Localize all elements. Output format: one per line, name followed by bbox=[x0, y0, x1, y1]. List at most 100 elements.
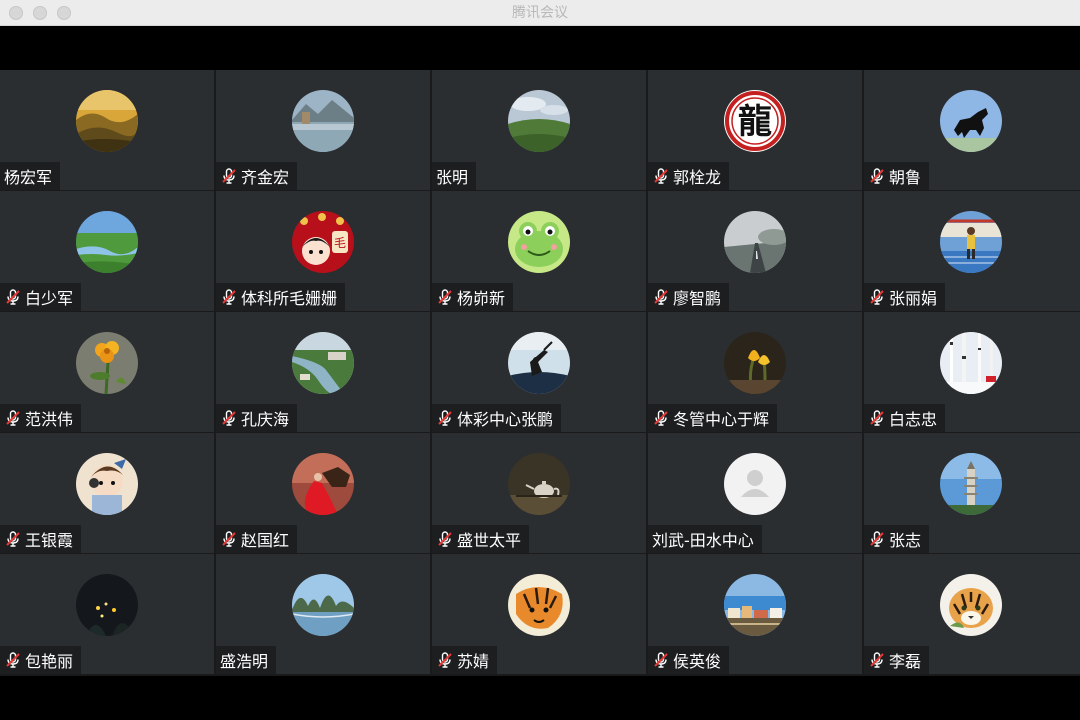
participant-name: 刘武-田水中心 bbox=[652, 531, 754, 550]
mic-muted-icon bbox=[652, 651, 670, 669]
participant-name-tag: 范洪伟 bbox=[0, 404, 82, 432]
participant-name-tag: 孔庆海 bbox=[216, 404, 298, 432]
participant-tile[interactable]: 白志忠 bbox=[864, 312, 1080, 432]
participant-avatar bbox=[76, 574, 138, 636]
mic-muted-icon bbox=[4, 530, 22, 548]
participant-name-tag: 王银霞 bbox=[0, 525, 82, 553]
participant-avatar bbox=[292, 332, 354, 394]
participant-tile[interactable]: 苏婧 bbox=[432, 554, 646, 674]
mic-muted-icon bbox=[220, 409, 238, 427]
participant-name: 廖智鹏 bbox=[673, 289, 722, 308]
participant-tile[interactable]: 包艳丽 bbox=[0, 554, 214, 674]
participant-tile[interactable]: 齐金宏 bbox=[216, 70, 430, 190]
participant-avatar bbox=[292, 90, 354, 152]
participant-tile[interactable]: 盛世太平 bbox=[432, 433, 646, 553]
participant-name: 侯英俊 bbox=[673, 652, 722, 671]
participant-name-tag: 刘武-田水中心 bbox=[648, 525, 762, 553]
participant-name: 体科所毛姗姗 bbox=[241, 289, 338, 308]
participant-tile[interactable]: 廖智鹏 bbox=[648, 191, 862, 311]
participant-avatar bbox=[76, 332, 138, 394]
mic-muted-icon bbox=[220, 288, 238, 306]
participant-tile[interactable]: 盛浩明 bbox=[216, 554, 430, 674]
participant-name: 盛世太平 bbox=[457, 531, 522, 550]
participant-avatar bbox=[940, 453, 1002, 515]
participant-name: 张志 bbox=[889, 531, 922, 550]
participant-tile[interactable]: 龍郭栓龙 bbox=[648, 70, 862, 190]
mic-muted-icon bbox=[436, 288, 454, 306]
participant-name-tag: 白志忠 bbox=[864, 404, 946, 432]
participant-name: 郭栓龙 bbox=[673, 168, 722, 187]
participant-avatar bbox=[292, 574, 354, 636]
participant-tile[interactable]: 孔庆海 bbox=[216, 312, 430, 432]
participant-name-tag: 白少军 bbox=[0, 283, 82, 311]
participant-name: 齐金宏 bbox=[241, 168, 290, 187]
participant-name: 李磊 bbox=[889, 652, 922, 671]
participant-name-tag: 齐金宏 bbox=[216, 162, 298, 190]
participant-tile[interactable]: 毛体科所毛姗姗 bbox=[216, 191, 430, 311]
svg-text:毛: 毛 bbox=[334, 236, 346, 250]
participant-name: 张丽娟 bbox=[889, 289, 938, 308]
participant-name: 张明 bbox=[436, 168, 469, 187]
participant-name-tag: 郭栓龙 bbox=[648, 162, 730, 190]
participant-avatar bbox=[76, 211, 138, 273]
window-title: 腾讯会议 bbox=[512, 5, 568, 21]
participant-name-tag: 廖智鹏 bbox=[648, 283, 730, 311]
participant-tile[interactable]: 李磊 bbox=[864, 554, 1080, 674]
mic-muted-icon bbox=[868, 167, 886, 185]
participant-avatar bbox=[508, 211, 570, 273]
mic-muted-icon bbox=[436, 651, 454, 669]
participant-name-tag: 体彩中心张鹏 bbox=[432, 404, 562, 432]
participant-tile[interactable]: 刘武-田水中心 bbox=[648, 433, 862, 553]
participant-name: 范洪伟 bbox=[25, 410, 74, 429]
participant-avatar bbox=[724, 332, 786, 394]
participant-name-tag: 杨宏军 bbox=[0, 162, 61, 190]
participant-name-tag: 苏婧 bbox=[432, 646, 498, 674]
participant-name-tag: 张明 bbox=[432, 162, 477, 190]
participant-tile[interactable]: 张丽娟 bbox=[864, 191, 1080, 311]
mic-muted-icon bbox=[868, 530, 886, 548]
participant-tile[interactable]: 侯英俊 bbox=[648, 554, 862, 674]
participant-avatar bbox=[508, 574, 570, 636]
participant-avatar bbox=[724, 453, 786, 515]
mic-muted-icon bbox=[868, 651, 886, 669]
participant-name: 包艳丽 bbox=[25, 652, 74, 671]
participant-name: 赵国红 bbox=[241, 531, 290, 550]
top-toolbar-area bbox=[0, 26, 1080, 70]
participant-name-tag: 冬管中心于辉 bbox=[648, 404, 778, 432]
participant-name-tag: 赵国红 bbox=[216, 525, 298, 553]
participant-tile[interactable]: 王银霞 bbox=[0, 433, 214, 553]
participant-name: 白少军 bbox=[25, 289, 74, 308]
participant-tile[interactable]: 杨宏军 bbox=[0, 70, 214, 190]
participant-tile[interactable]: 杨峁新 bbox=[432, 191, 646, 311]
participant-tile[interactable]: 白少军 bbox=[0, 191, 214, 311]
participant-name-tag: 张丽娟 bbox=[864, 283, 946, 311]
participant-tile[interactable]: 冬管中心于辉 bbox=[648, 312, 862, 432]
svg-text:龍: 龍 bbox=[738, 102, 772, 142]
participant-name: 苏婧 bbox=[457, 652, 490, 671]
participant-name: 盛浩明 bbox=[220, 652, 269, 671]
participant-avatar bbox=[292, 453, 354, 515]
participant-tile[interactable]: 张明 bbox=[432, 70, 646, 190]
mic-muted-icon bbox=[868, 288, 886, 306]
participant-tile[interactable]: 张志 bbox=[864, 433, 1080, 553]
participant-name: 白志忠 bbox=[889, 410, 938, 429]
participant-grid: 杨宏军 齐金宏 张明龍郭栓龙 朝鲁 白少军毛体科所毛姗姗 杨峁新 廖智鹏 张丽娟 范洪伟 孔庆海体… bbox=[0, 70, 1080, 676]
participant-tile[interactable]: 体彩中心张鹏 bbox=[432, 312, 646, 432]
participant-name-tag: 体科所毛姗姗 bbox=[216, 283, 346, 311]
participant-name-tag: 包艳丽 bbox=[0, 646, 82, 674]
mic-muted-icon bbox=[4, 288, 22, 306]
participant-avatar bbox=[508, 332, 570, 394]
participant-tile[interactable]: 范洪伟 bbox=[0, 312, 214, 432]
participant-avatar bbox=[940, 211, 1002, 273]
participant-name: 王银霞 bbox=[25, 531, 74, 550]
participant-tile[interactable]: 赵国红 bbox=[216, 433, 430, 553]
mic-muted-icon bbox=[652, 409, 670, 427]
participant-tile[interactable]: 朝鲁 bbox=[864, 70, 1080, 190]
mic-muted-icon bbox=[436, 409, 454, 427]
participant-avatar bbox=[76, 90, 138, 152]
participant-name: 冬管中心于辉 bbox=[673, 410, 770, 429]
participant-avatar bbox=[940, 574, 1002, 636]
participant-name: 杨峁新 bbox=[457, 289, 506, 308]
mic-muted-icon bbox=[652, 167, 670, 185]
bottom-toolbar-area bbox=[0, 676, 1080, 720]
